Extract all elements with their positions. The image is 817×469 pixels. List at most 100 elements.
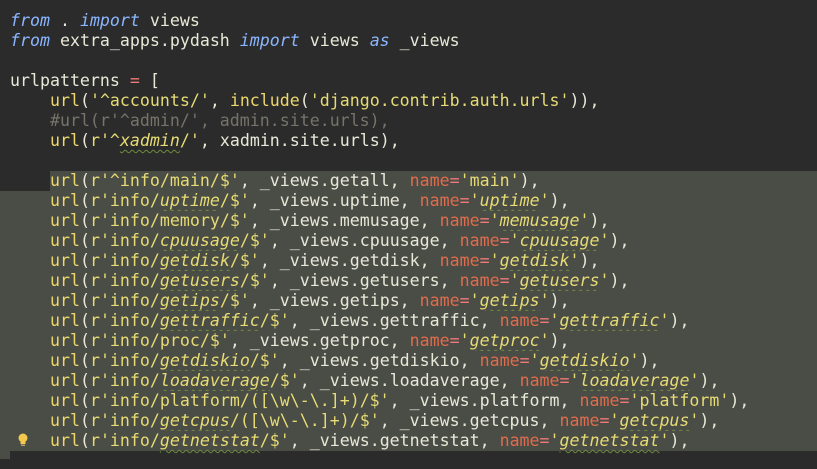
code-token: ), bbox=[579, 251, 600, 270]
code-token: url bbox=[49, 271, 80, 290]
code-token: ' bbox=[459, 331, 470, 350]
code-line[interactable] bbox=[0, 151, 817, 171]
code-token: , _views.getusers, bbox=[269, 271, 460, 290]
lightbulb-icon[interactable] bbox=[17, 433, 29, 447]
code-line[interactable]: url(r'^xadmin/', xadmin.site.urls), bbox=[0, 131, 817, 151]
code-token: url bbox=[49, 431, 80, 450]
code-token: /$' bbox=[219, 291, 250, 310]
code-token: getcpus bbox=[159, 411, 230, 430]
code-token: '^accounts/' bbox=[89, 91, 210, 110]
code-line[interactable]: url(r'info/proc/$', _views.getproc, name… bbox=[0, 331, 817, 351]
code-token: getusers bbox=[159, 271, 240, 290]
code-token: ' bbox=[539, 191, 550, 210]
code-line[interactable]: from . import views bbox=[0, 11, 817, 31]
code-token: name bbox=[439, 251, 480, 270]
code-token: ), bbox=[549, 291, 570, 310]
code-line[interactable]: from extra_apps.pydash import views as _… bbox=[0, 31, 817, 51]
code-token: name bbox=[519, 371, 560, 390]
code-token: getproc bbox=[469, 331, 540, 350]
code-token: ' bbox=[579, 211, 590, 230]
code-token: ' bbox=[599, 231, 610, 250]
code-token: r'info/ bbox=[89, 231, 160, 250]
code-token: getdiskio bbox=[539, 351, 630, 370]
code-line[interactable]: url(r'info/getcpus/([\w\-\.]+)/$', _view… bbox=[0, 411, 817, 431]
code-token: name bbox=[419, 191, 460, 210]
code-line[interactable]: url(r'info/gettraffic/$', _views.gettraf… bbox=[0, 311, 817, 331]
code-token: , _views.cpuusage, bbox=[269, 231, 460, 250]
code-token: name bbox=[419, 291, 460, 310]
code-token: from bbox=[10, 11, 50, 30]
code-token: include bbox=[229, 91, 300, 110]
code-line[interactable]: urlpatterns = [ bbox=[0, 71, 817, 91]
code-token: url bbox=[49, 331, 80, 350]
code-token: [ bbox=[139, 71, 160, 90]
code-token: ( bbox=[79, 131, 90, 150]
code-token: ( bbox=[79, 411, 90, 430]
code-token: ( bbox=[79, 231, 90, 250]
code-token: ( bbox=[79, 271, 90, 290]
code-token: ' bbox=[569, 371, 580, 390]
code-line[interactable]: url(r'info/memory/$', _views.memusage, n… bbox=[0, 211, 817, 231]
code-line[interactable]: url(r'info/platform/([\w\-\.]+)/$', _vie… bbox=[0, 391, 817, 411]
code-token: ), bbox=[589, 211, 610, 230]
code-token: name bbox=[459, 231, 500, 250]
code-line[interactable]: url(r'info/getdiskio/$', _views.getdiski… bbox=[0, 351, 817, 371]
code-token: name bbox=[499, 311, 540, 330]
code-line[interactable]: url(r'info/getnetstat/$', _views.getnets… bbox=[0, 431, 817, 451]
code-line[interactable] bbox=[0, 51, 817, 71]
code-token: #url(r'^admin/', admin.site.urls), bbox=[49, 111, 390, 130]
code-token: cpuusage bbox=[519, 231, 600, 250]
code-line[interactable]: url(r'info/loadaverage/$', _views.loadav… bbox=[0, 371, 817, 391]
code-token: ( bbox=[79, 371, 90, 390]
code-token: ' bbox=[549, 311, 560, 330]
code-token: = bbox=[539, 311, 550, 330]
code-token: /$' bbox=[259, 311, 290, 330]
code-token: loadaverage bbox=[579, 371, 690, 390]
code-line[interactable]: url(r'info/uptime/$', _views.uptime, nam… bbox=[0, 191, 817, 211]
code-token: gettraffic bbox=[159, 311, 260, 330]
code-token: = bbox=[559, 371, 570, 390]
code-token: name bbox=[459, 271, 500, 290]
code-token: = bbox=[129, 71, 140, 90]
code-token: ( bbox=[79, 351, 90, 370]
code-token: ( bbox=[79, 91, 90, 110]
code-token: url bbox=[49, 371, 80, 390]
code-token: r'info/ bbox=[89, 431, 160, 450]
code-line[interactable]: #url(r'^admin/', admin.site.urls), bbox=[0, 111, 817, 131]
code-token: name bbox=[479, 351, 520, 370]
code-token: cpuusage bbox=[159, 231, 240, 250]
code-token: ' bbox=[659, 311, 670, 330]
code-token: name bbox=[579, 391, 620, 410]
code-token: import bbox=[79, 11, 140, 30]
code-token: , _views.getall, bbox=[239, 171, 410, 190]
code-token: , _views.getproc, bbox=[229, 331, 410, 350]
code-line[interactable]: url(r'info/getips/$', _views.getips, nam… bbox=[0, 291, 817, 311]
code-token: ), bbox=[609, 231, 630, 250]
code-line[interactable]: url(r'info/cpuusage/$', _views.cpuusage,… bbox=[0, 231, 817, 251]
code-token: ' bbox=[509, 231, 520, 250]
code-token: r'info/ bbox=[89, 251, 160, 270]
code-token: url bbox=[49, 191, 80, 210]
code-token: ), bbox=[549, 331, 570, 350]
code-token: . bbox=[49, 11, 80, 30]
code-token: , _views.uptime, bbox=[249, 191, 420, 210]
code-token: ( bbox=[79, 431, 90, 450]
code-line[interactable]: url(r'info/getusers/$', _views.getusers,… bbox=[0, 271, 817, 291]
code-editor[interactable]: from . import views from extra_apps.pydas… bbox=[0, 0, 817, 469]
code-token: name bbox=[439, 211, 480, 230]
code-token: getcpus bbox=[619, 411, 690, 430]
code-token: ' bbox=[629, 351, 640, 370]
code-token: , bbox=[209, 91, 230, 110]
code-token: memusage bbox=[499, 211, 580, 230]
code-line[interactable]: url(r'info/getdisk/$', _views.getdisk, n… bbox=[0, 251, 817, 271]
code-line[interactable]: url('^accounts/', include('django.contri… bbox=[0, 91, 817, 111]
code-token: ' bbox=[659, 431, 670, 450]
code-line[interactable]: url(r'^info/main/$', _views.getall, name… bbox=[0, 171, 817, 191]
